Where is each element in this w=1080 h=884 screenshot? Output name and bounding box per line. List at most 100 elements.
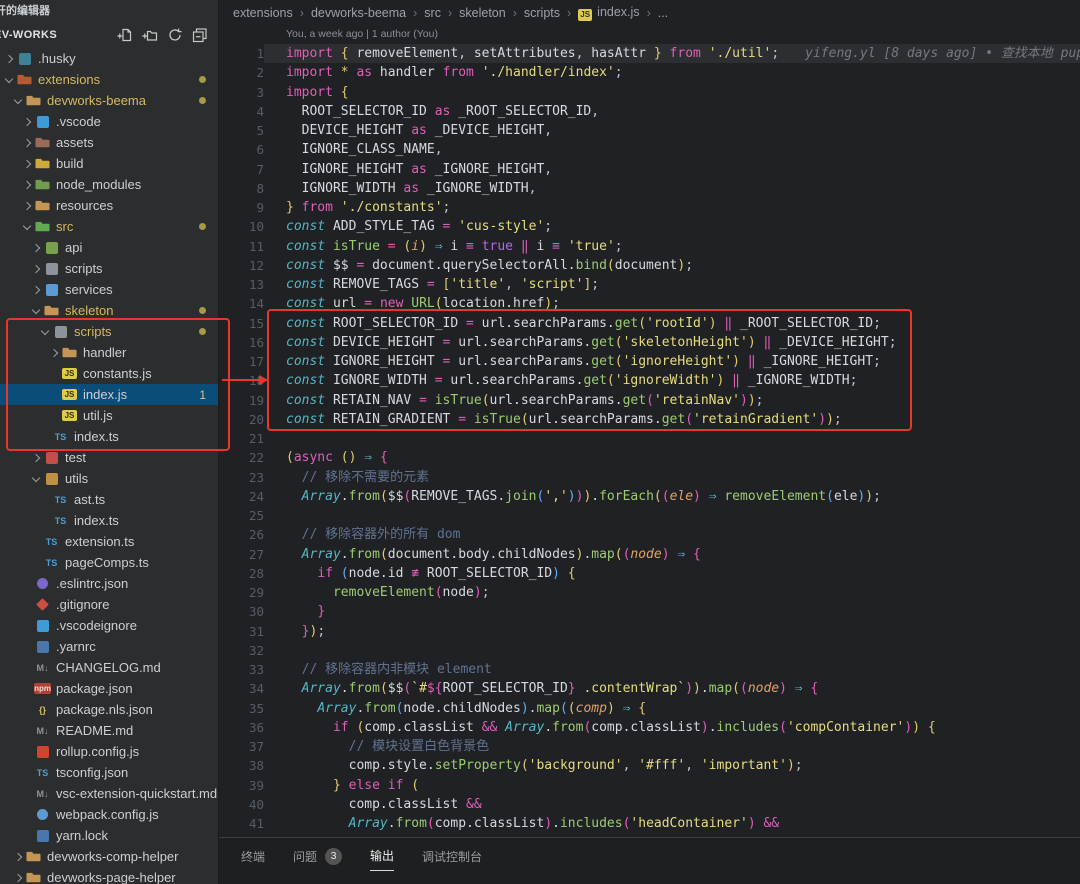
code-line-17[interactable]: 17const IGNORE_HEIGHT = url.searchParams… bbox=[219, 352, 1080, 371]
breadcrumb-item-extensions[interactable]: extensions bbox=[233, 6, 293, 20]
new-file-icon[interactable] bbox=[117, 27, 133, 43]
breadcrumb-item-...[interactable]: ... bbox=[658, 6, 668, 20]
code-line-13[interactable]: 13const REMOVE_TAGS = ['title', 'script'… bbox=[219, 275, 1080, 294]
explorer-section-header[interactable]: EV-WORKS bbox=[0, 22, 218, 48]
code-line-1[interactable]: 1import { removeElement, setAttributes, … bbox=[219, 44, 1080, 63]
tree-item-pageComps.ts[interactable]: TSpageComps.ts bbox=[0, 552, 218, 573]
code-line-4[interactable]: 4 ROOT_SELECTOR_ID as _ROOT_SELECTOR_ID, bbox=[219, 102, 1080, 121]
tree-item-yarn.lock[interactable]: yarn.lock bbox=[0, 825, 218, 846]
tree-item-CHANGELOG.md[interactable]: M↓CHANGELOG.md bbox=[0, 657, 218, 678]
code-line-11[interactable]: 11const isTrue = (i) ⇒ i ≡ true ‖ i ≡ 't… bbox=[219, 237, 1080, 256]
code-line-41[interactable]: 41 Array.from(comp.classList).includes('… bbox=[219, 814, 1080, 833]
code-line-14[interactable]: 14const url = new URL(location.href); bbox=[219, 294, 1080, 313]
code-line-18[interactable]: 18const IGNORE_WIDTH = url.searchParams.… bbox=[219, 371, 1080, 390]
code-line-40[interactable]: 40 comp.classList && bbox=[219, 795, 1080, 814]
tree-item-resources[interactable]: resources bbox=[0, 195, 218, 216]
code-line-2[interactable]: 2import * as handler from './handler/ind… bbox=[219, 63, 1080, 82]
panel-tab-输出[interactable]: 输出 bbox=[370, 847, 394, 871]
tree-item-node_modules[interactable]: node_modules bbox=[0, 174, 218, 195]
open-editors-header[interactable]: 开的编辑器 bbox=[0, 0, 218, 22]
panel-tab-调试控制台[interactable]: 调试控制台 bbox=[422, 848, 482, 871]
code-line-10[interactable]: 10const ADD_STYLE_TAG = 'cus-style'; bbox=[219, 217, 1080, 236]
tree-item-ast.ts[interactable]: TSast.ts bbox=[0, 489, 218, 510]
code-line-27[interactable]: 27 Array.from(document.body.childNodes).… bbox=[219, 545, 1080, 564]
code-line-38[interactable]: 38 comp.style.setProperty('background', … bbox=[219, 756, 1080, 775]
code-line-6[interactable]: 6 IGNORE_CLASS_NAME, bbox=[219, 140, 1080, 159]
tree-item-README.md[interactable]: M↓README.md bbox=[0, 720, 218, 741]
tree-item-tsconfig.json[interactable]: TStsconfig.json bbox=[0, 762, 218, 783]
code-line-25[interactable]: 25 bbox=[219, 506, 1080, 525]
tree-item-.vscodeignore[interactable]: .vscodeignore bbox=[0, 615, 218, 636]
code-line-15[interactable]: 15const ROOT_SELECTOR_ID = url.searchPar… bbox=[219, 314, 1080, 333]
code-line-37[interactable]: 37 // 模块设置白色背景色 bbox=[219, 737, 1080, 756]
code-line-12[interactable]: 12const $$ = document.querySelectorAll.b… bbox=[219, 256, 1080, 275]
code-line-23[interactable]: 23 // 移除不需要的元素 bbox=[219, 468, 1080, 487]
code-line-21[interactable]: 21 bbox=[219, 429, 1080, 448]
code-line-7[interactable]: 7 IGNORE_HEIGHT as _IGNORE_HEIGHT, bbox=[219, 160, 1080, 179]
code-line-32[interactable]: 32 bbox=[219, 641, 1080, 660]
tree-item-scripts[interactable]: scripts bbox=[0, 321, 218, 342]
tree-item-webpack.config.js[interactable]: webpack.config.js bbox=[0, 804, 218, 825]
tree-item-index.ts[interactable]: TSindex.ts bbox=[0, 426, 218, 447]
refresh-icon[interactable] bbox=[167, 27, 183, 43]
tree-item-.vscode[interactable]: .vscode bbox=[0, 111, 218, 132]
tree-item-util.js[interactable]: JSutil.js bbox=[0, 405, 218, 426]
tree-item-build[interactable]: build bbox=[0, 153, 218, 174]
tree-item-vsc-extension-quickstart.md[interactable]: M↓vsc-extension-quickstart.md bbox=[0, 783, 218, 804]
code-line-29[interactable]: 29 removeElement(node); bbox=[219, 583, 1080, 602]
code-line-text bbox=[264, 641, 1080, 660]
tree-item-index.js[interactable]: JSindex.js1 bbox=[0, 384, 218, 405]
tree-item-package.nls.json[interactable]: {}package.nls.json bbox=[0, 699, 218, 720]
tree-item-utils[interactable]: utils bbox=[0, 468, 218, 489]
code-line-9[interactable]: 9} from './constants'; bbox=[219, 198, 1080, 217]
tree-item-package.json[interactable]: npmpackage.json bbox=[0, 678, 218, 699]
code-line-8[interactable]: 8 IGNORE_WIDTH as _IGNORE_WIDTH, bbox=[219, 179, 1080, 198]
tree-item-.gitignore[interactable]: .gitignore bbox=[0, 594, 218, 615]
code-line-20[interactable]: 20const RETAIN_GRADIENT = isTrue(url.sea… bbox=[219, 410, 1080, 429]
breadcrumb-item-scripts[interactable]: scripts bbox=[524, 6, 560, 20]
code-line-5[interactable]: 5 DEVICE_HEIGHT as _DEVICE_HEIGHT, bbox=[219, 121, 1080, 140]
tree-item-constants.js[interactable]: JSconstants.js bbox=[0, 363, 218, 384]
tree-item-scripts[interactable]: scripts bbox=[0, 258, 218, 279]
tree-item-devworks-comp-helper[interactable]: devworks-comp-helper bbox=[0, 846, 218, 867]
tree-item-devworks-beema[interactable]: devworks-beema bbox=[0, 90, 218, 111]
code-line-24[interactable]: 24 Array.from($$(REMOVE_TAGS.join(',')))… bbox=[219, 487, 1080, 506]
breadcrumb-item-devworks-beema[interactable]: devworks-beema bbox=[311, 6, 406, 20]
code-line-33[interactable]: 33 // 移除容器内非模块 element bbox=[219, 660, 1080, 679]
tree-item-devworks-page-helper[interactable]: devworks-page-helper bbox=[0, 867, 218, 884]
tree-item-index.ts[interactable]: TSindex.ts bbox=[0, 510, 218, 531]
tree-item-.yarnrc[interactable]: .yarnrc bbox=[0, 636, 218, 657]
tree-item-services[interactable]: services bbox=[0, 279, 218, 300]
tree-item-.husky[interactable]: .husky bbox=[0, 48, 218, 69]
tree-item-rollup.config.js[interactable]: rollup.config.js bbox=[0, 741, 218, 762]
code-line-35[interactable]: 35 Array.from(node.childNodes).map((comp… bbox=[219, 699, 1080, 718]
tree-item-extension.ts[interactable]: TSextension.ts bbox=[0, 531, 218, 552]
collapse-all-icon[interactable] bbox=[192, 27, 208, 43]
breadcrumb-item-index.js[interactable]: JSindex.js bbox=[578, 5, 639, 21]
panel-tab-问题[interactable]: 问题3 bbox=[293, 848, 342, 871]
tree-item-.eslintrc.json[interactable]: .eslintrc.json bbox=[0, 573, 218, 594]
code-line-22[interactable]: 22(async () ⇒ { bbox=[219, 448, 1080, 467]
tree-item-handler[interactable]: handler bbox=[0, 342, 218, 363]
code-line-26[interactable]: 26 // 移除容器外的所有 dom bbox=[219, 525, 1080, 544]
code-line-3[interactable]: 3import { bbox=[219, 83, 1080, 102]
code-editor[interactable]: 1import { removeElement, setAttributes, … bbox=[219, 44, 1080, 833]
breadcrumb-item-skeleton[interactable]: skeleton bbox=[459, 6, 506, 20]
code-line-28[interactable]: 28 if (node.id ≢ ROOT_SELECTOR_ID) { bbox=[219, 564, 1080, 583]
panel-tab-终端[interactable]: 终端 bbox=[241, 848, 265, 871]
tree-item-api[interactable]: api bbox=[0, 237, 218, 258]
breadcrumb-item-src[interactable]: src bbox=[424, 6, 441, 20]
code-line-30[interactable]: 30 } bbox=[219, 602, 1080, 621]
code-line-39[interactable]: 39 } else if ( bbox=[219, 776, 1080, 795]
code-line-19[interactable]: 19const RETAIN_NAV = isTrue(url.searchPa… bbox=[219, 391, 1080, 410]
code-line-31[interactable]: 31 }); bbox=[219, 622, 1080, 641]
code-line-34[interactable]: 34 Array.from($$(`#${ROOT_SELECTOR_ID} .… bbox=[219, 679, 1080, 698]
tree-item-skeleton[interactable]: skeleton bbox=[0, 300, 218, 321]
code-line-16[interactable]: 16const DEVICE_HEIGHT = url.searchParams… bbox=[219, 333, 1080, 352]
new-folder-icon[interactable] bbox=[142, 27, 158, 43]
tree-item-test[interactable]: test bbox=[0, 447, 218, 468]
tree-item-src[interactable]: src bbox=[0, 216, 218, 237]
tree-item-assets[interactable]: assets bbox=[0, 132, 218, 153]
tree-item-extensions[interactable]: extensions bbox=[0, 69, 218, 90]
code-line-36[interactable]: 36 if (comp.classList && Array.from(comp… bbox=[219, 718, 1080, 737]
